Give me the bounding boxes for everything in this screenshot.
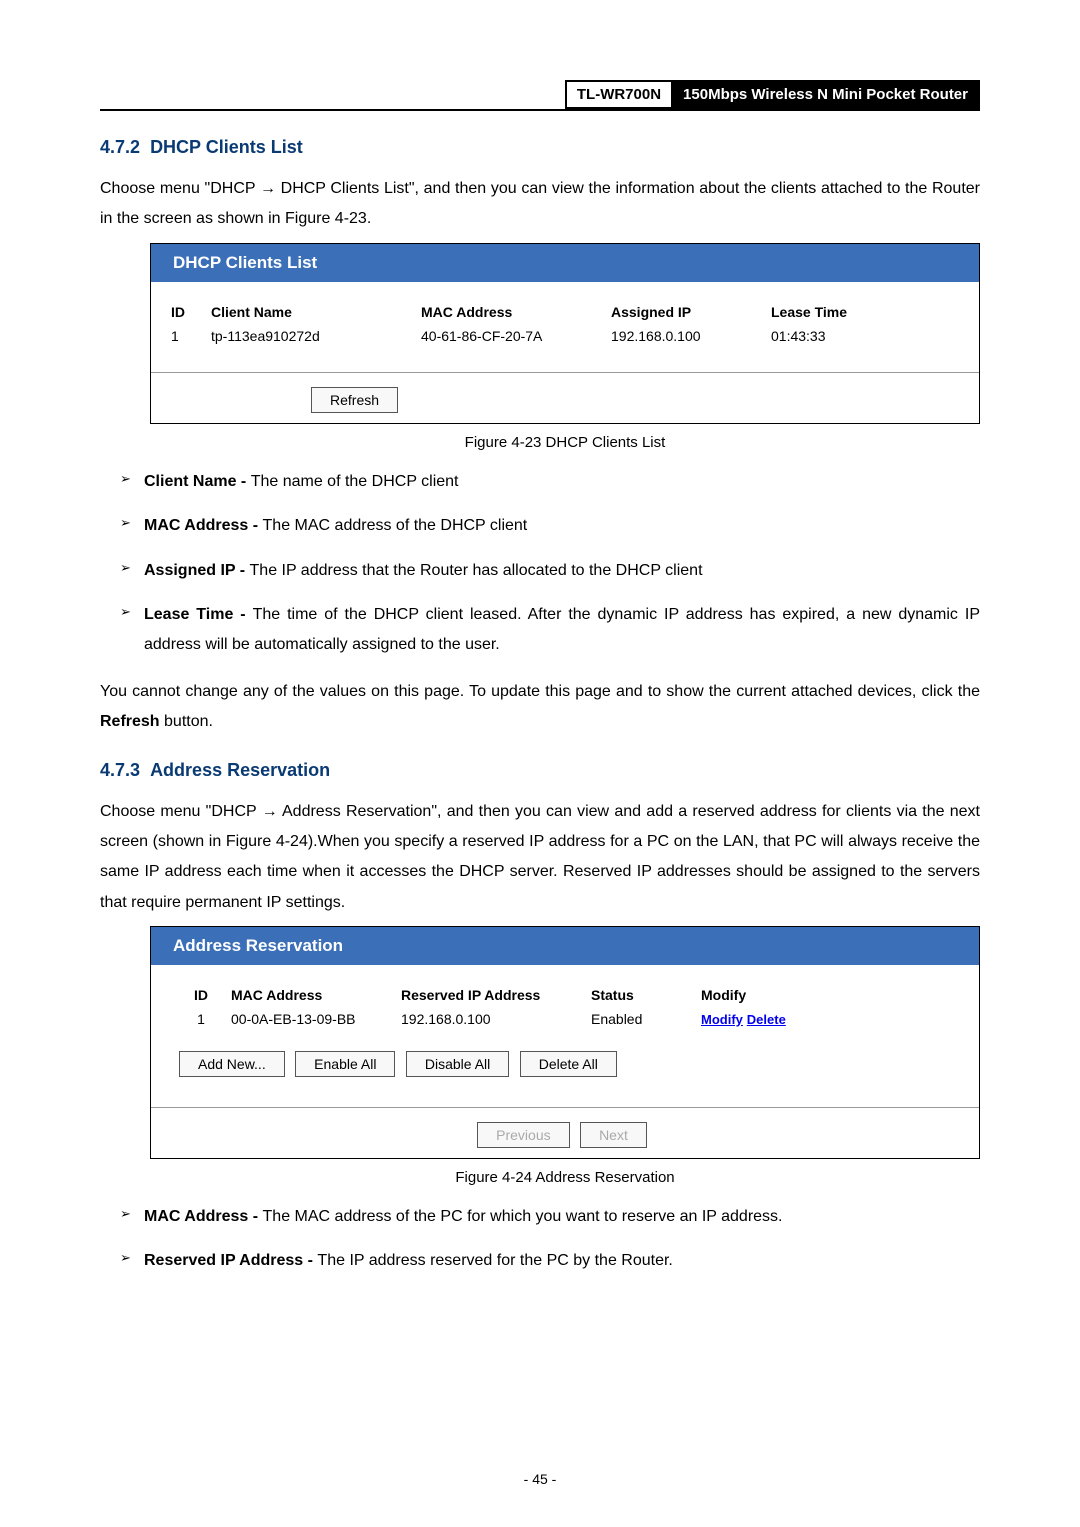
- pagination-row: Previous Next: [151, 1107, 979, 1158]
- list-item: Assigned IP - The IP address that the Ro…: [120, 556, 980, 586]
- refresh-button[interactable]: Refresh: [311, 387, 398, 413]
- list-item: Lease Time - The time of the DHCP client…: [120, 600, 980, 661]
- table-row: 1 tp-113ea910272d 40-61-86-CF-20-7A 192.…: [171, 328, 959, 344]
- section2-intro: Choose menu "DHCP → Address Reservation"…: [100, 797, 980, 919]
- th-assigned-ip: Assigned IP: [611, 304, 771, 320]
- list-item: Reserved IP Address - The IP address res…: [120, 1246, 980, 1276]
- page-number: - 45 -: [0, 1471, 1080, 1487]
- dhcp-clients-table: ID Client Name MAC Address Assigned IP L…: [171, 304, 959, 344]
- enable-all-button[interactable]: Enable All: [295, 1051, 395, 1077]
- th-reserved-ip: Reserved IP Address: [401, 987, 591, 1003]
- th-client-name: Client Name: [211, 304, 421, 320]
- table-header-row: ID MAC Address Reserved IP Address Statu…: [171, 987, 959, 1003]
- figure2-caption: Figure 4-24 Address Reservation: [150, 1169, 980, 1186]
- td-client-name: tp-113ea910272d: [211, 328, 421, 344]
- term: Reserved IP Address -: [144, 1252, 317, 1269]
- desc: The MAC address of the DHCP client: [263, 517, 528, 534]
- td-modify-actions: Modify Delete: [701, 1011, 811, 1027]
- figure-address-reservation: Address Reservation ID MAC Address Reser…: [150, 926, 980, 1186]
- th-modify: Modify: [701, 987, 811, 1003]
- figure1-caption: Figure 4-23 DHCP Clients List: [150, 434, 980, 451]
- previous-button[interactable]: Previous: [477, 1122, 569, 1148]
- td-assigned-ip: 192.168.0.100: [611, 328, 771, 344]
- modify-link[interactable]: Modify: [701, 1012, 743, 1027]
- td-id: 1: [171, 328, 211, 344]
- section1-intro: Choose menu "DHCP → DHCP Clients List", …: [100, 174, 980, 235]
- term: MAC Address -: [144, 1208, 263, 1225]
- td-mac-address: 40-61-86-CF-20-7A: [421, 328, 611, 344]
- th-id: ID: [171, 987, 231, 1003]
- th-status: Status: [591, 987, 701, 1003]
- panel-body: ID MAC Address Reserved IP Address Statu…: [151, 965, 979, 1107]
- refresh-note: You cannot change any of the values on t…: [100, 677, 980, 738]
- dhcp-clients-panel: DHCP Clients List ID Client Name MAC Add…: [150, 243, 980, 424]
- term: Lease Time -: [144, 606, 253, 623]
- term: Client Name -: [144, 473, 251, 490]
- section-heading-dhcp-clients: 4.7.2 DHCP Clients List: [100, 137, 980, 158]
- address-reservation-table: ID MAC Address Reserved IP Address Statu…: [171, 987, 959, 1027]
- section-heading-address-reservation: 4.7.3 Address Reservation: [100, 760, 980, 781]
- td-lease-time: 01:43:33: [771, 328, 901, 344]
- desc: The IP address reserved for the PC by th…: [317, 1252, 672, 1269]
- header-row: TL-WR700N 150Mbps Wireless N Mini Pocket…: [100, 80, 980, 109]
- th-mac-address: MAC Address: [231, 987, 401, 1003]
- term: MAC Address -: [144, 517, 263, 534]
- model-description: 150Mbps Wireless N Mini Pocket Router: [673, 80, 980, 109]
- section-title: Address Reservation: [150, 760, 330, 780]
- disable-all-button[interactable]: Disable All: [406, 1051, 509, 1077]
- panel-title: DHCP Clients List: [173, 253, 317, 273]
- table-row: 1 00-0A-EB-13-09-BB 192.168.0.100 Enable…: [171, 1011, 959, 1027]
- table-header-row: ID Client Name MAC Address Assigned IP L…: [171, 304, 959, 320]
- next-button[interactable]: Next: [580, 1122, 647, 1148]
- td-id: 1: [171, 1011, 231, 1027]
- panel-title-bar: Address Reservation: [151, 927, 979, 965]
- panel-body: ID Client Name MAC Address Assigned IP L…: [151, 282, 979, 372]
- panel-title: Address Reservation: [173, 936, 343, 956]
- address-reservation-panel: Address Reservation ID MAC Address Reser…: [150, 926, 980, 1159]
- reservation-field-descriptions: MAC Address - The MAC address of the PC …: [100, 1202, 980, 1277]
- list-item: Client Name - The name of the DHCP clien…: [120, 467, 980, 497]
- td-reserved-ip: 192.168.0.100: [401, 1011, 591, 1027]
- add-new-button[interactable]: Add New...: [179, 1051, 285, 1077]
- desc: The MAC address of the PC for which you …: [263, 1208, 783, 1225]
- section-number: 4.7.2: [100, 137, 140, 157]
- th-lease-time: Lease Time: [771, 304, 901, 320]
- desc: The time of the DHCP client leased. Afte…: [144, 606, 980, 653]
- page: TL-WR700N 150Mbps Wireless N Mini Pocket…: [0, 0, 1080, 1527]
- dhcp-field-descriptions: Client Name - The name of the DHCP clien…: [100, 467, 980, 661]
- section-number: 4.7.3: [100, 760, 140, 780]
- panel-button-row: Refresh: [151, 372, 979, 423]
- th-id: ID: [171, 304, 211, 320]
- th-mac-address: MAC Address: [421, 304, 611, 320]
- delete-all-button[interactable]: Delete All: [520, 1051, 617, 1077]
- model-number: TL-WR700N: [565, 80, 673, 109]
- list-item: MAC Address - The MAC address of the PC …: [120, 1202, 980, 1232]
- panel-title-bar: DHCP Clients List: [151, 244, 979, 282]
- desc: The name of the DHCP client: [251, 473, 459, 490]
- section-title: DHCP Clients List: [150, 137, 303, 157]
- td-status: Enabled: [591, 1011, 701, 1027]
- desc: The IP address that the Router has alloc…: [250, 562, 703, 579]
- list-item: MAC Address - The MAC address of the DHC…: [120, 511, 980, 541]
- term: Assigned IP -: [144, 562, 250, 579]
- figure-dhcp-clients: DHCP Clients List ID Client Name MAC Add…: [150, 243, 980, 451]
- action-button-row: Add New... Enable All Disable All Delete…: [171, 1045, 959, 1087]
- td-mac-address: 00-0A-EB-13-09-BB: [231, 1011, 401, 1027]
- delete-link[interactable]: Delete: [747, 1012, 786, 1027]
- page-header: TL-WR700N 150Mbps Wireless N Mini Pocket…: [100, 80, 980, 111]
